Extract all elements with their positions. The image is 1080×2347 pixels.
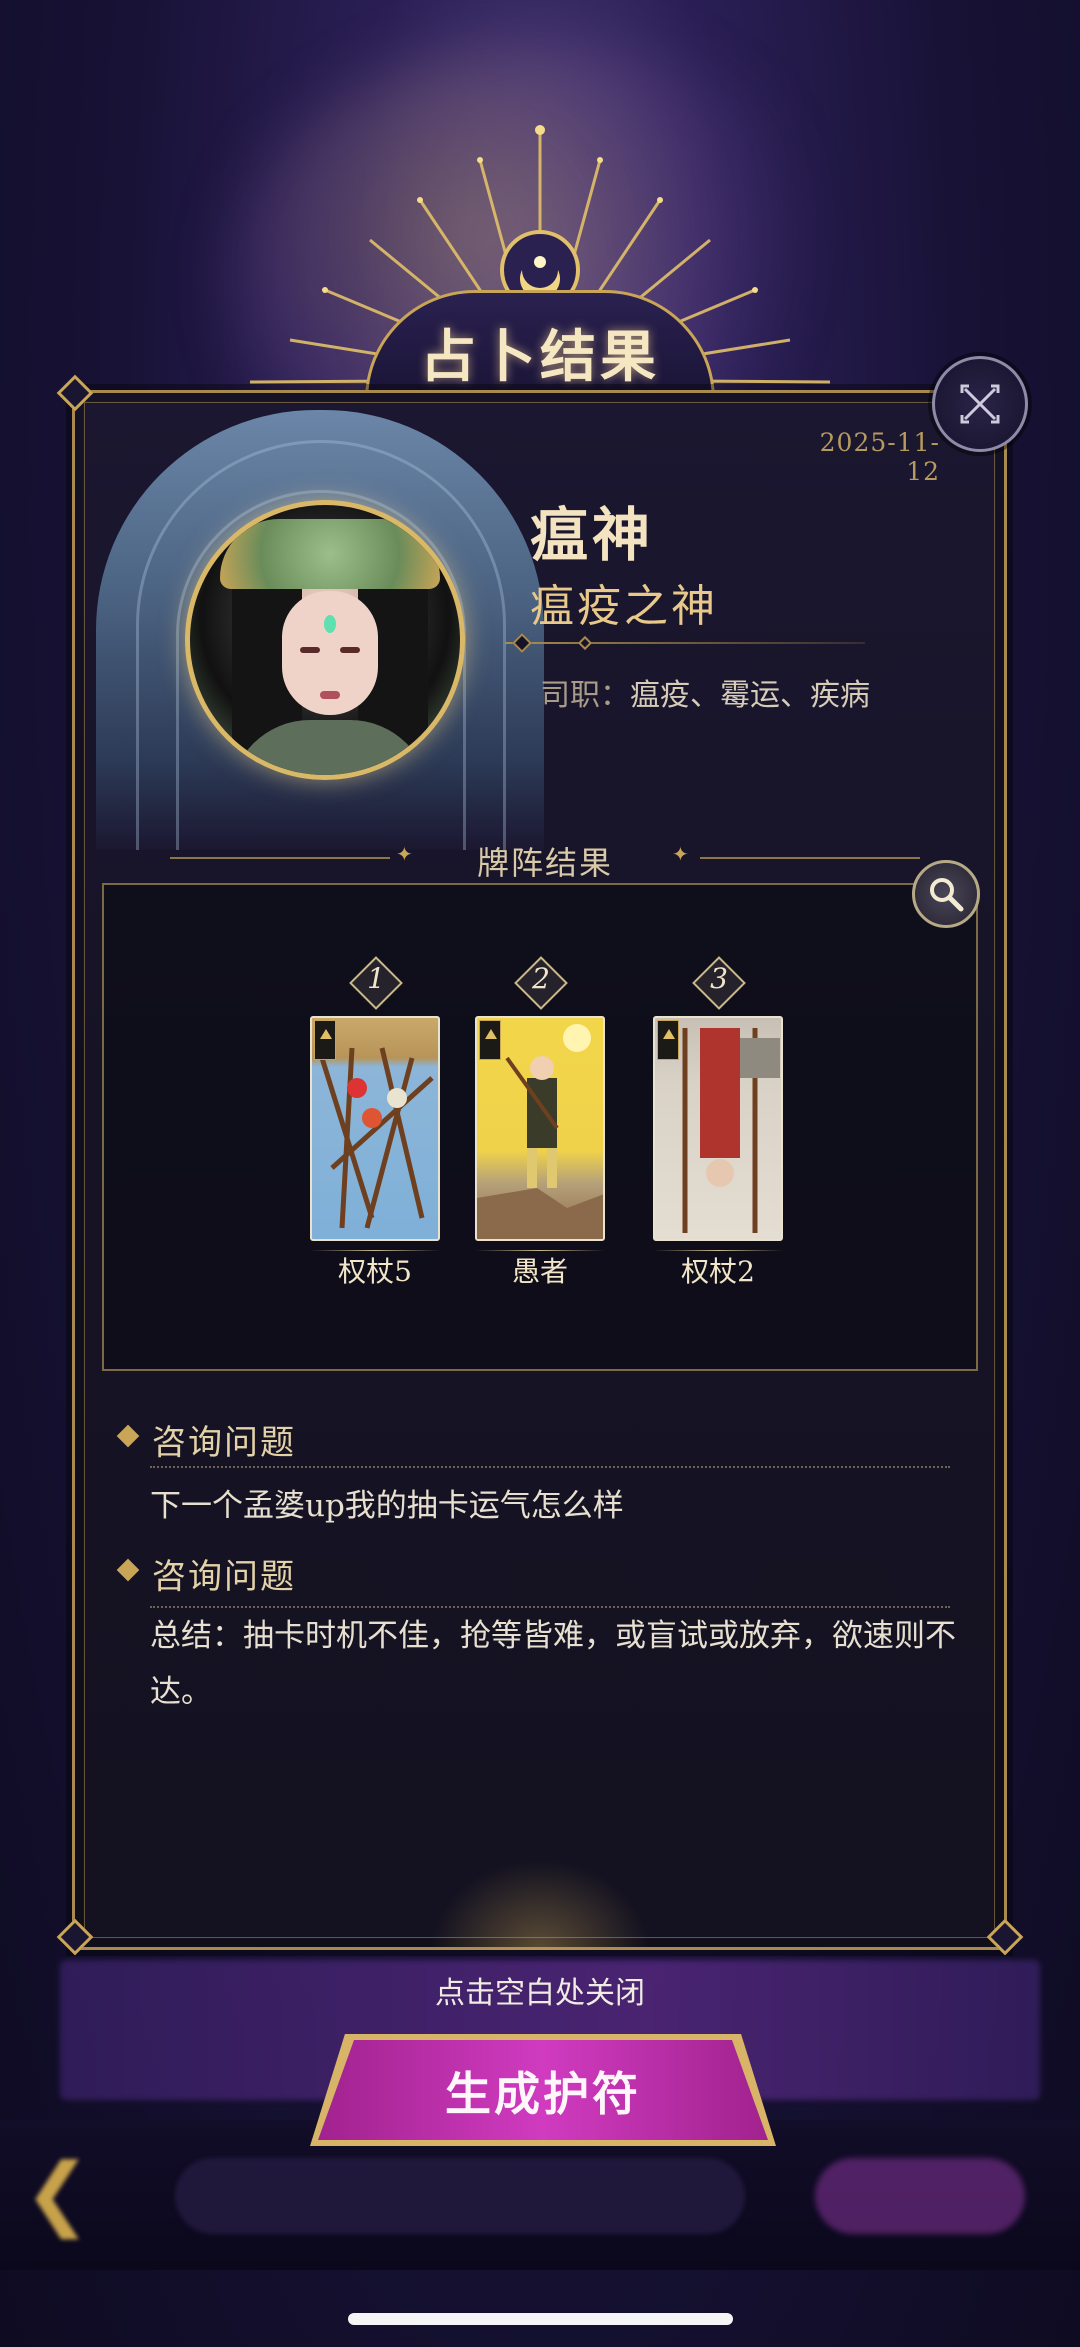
spread-section-title: 牌阵结果 <box>476 844 613 882</box>
generate-amulet-label: 生成护符 <box>445 2067 641 2121</box>
background-chat-input <box>175 2158 745 2234</box>
deity-name: 瘟神 <box>530 501 655 569</box>
generate-amulet-button[interactable]: 生成护符 <box>310 2034 776 2146</box>
duties-value: 瘟疫、霉运、疾病 <box>630 678 870 713</box>
background-back-arrow-icon: ❮ <box>24 2146 92 2239</box>
duties-label: 司职： <box>540 678 630 713</box>
card-name: 权杖5 <box>338 1255 412 1288</box>
dotted-divider <box>150 1466 950 1468</box>
close-button[interactable] <box>932 356 1028 452</box>
tap-to-close-hint[interactable]: 点击空白处关闭 <box>0 1968 1080 2012</box>
page-title: 占卜结果 <box>420 324 660 390</box>
the-fool-image <box>475 1016 605 1241</box>
spread-section-header: ✦ 牌阵结果 ✦ <box>170 838 920 882</box>
card-bottom-ornament <box>430 1860 650 1950</box>
card-number: 1 <box>367 962 385 995</box>
deity-duties: 司职：瘟疫、霉运、疾病 <box>540 670 870 714</box>
card-name: 权杖2 <box>681 1255 755 1288</box>
card-name: 愚者 <box>511 1255 568 1288</box>
background-send-button <box>815 2158 1025 2234</box>
zoom-button[interactable] <box>912 860 980 928</box>
home-indicator[interactable] <box>348 2313 733 2325</box>
magnifier-icon <box>930 878 964 912</box>
card-number: 3 <box>710 962 728 995</box>
close-icon <box>960 384 1000 424</box>
deity-divider <box>505 642 865 644</box>
question-text: 下一个孟婆up我的抽卡运气怎么样 <box>150 1488 624 1524</box>
question-heading: 咨询问题 <box>152 1423 296 1463</box>
deity-portrait <box>185 500 465 780</box>
five-of-wands-image <box>310 1016 440 1241</box>
summary-text: 总结：抽卡时机不佳，抢等皆难，或盲试或放弃，欲速则不达。 <box>150 1618 956 1710</box>
reading-date: 2025-11-12 <box>819 428 940 486</box>
two-of-wands-image <box>653 1016 783 1241</box>
deity-title: 瘟疫之神 <box>530 581 718 632</box>
summary-heading: 咨询问题 <box>152 1557 296 1597</box>
card-number: 2 <box>532 962 550 995</box>
